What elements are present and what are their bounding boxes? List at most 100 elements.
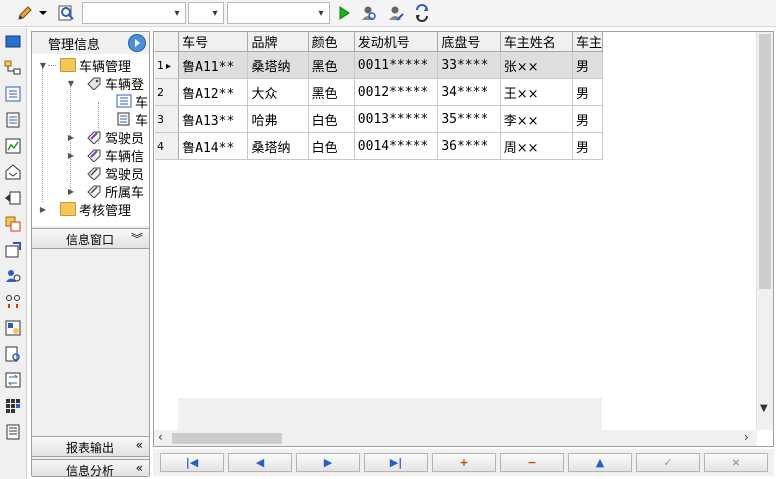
document-search-icon[interactable] xyxy=(3,344,23,364)
post-record-button[interactable]: ✓ xyxy=(636,453,700,472)
cell[interactable]: 白色 xyxy=(308,105,355,133)
cell[interactable]: 男 xyxy=(572,132,604,160)
cell[interactable]: 35**** xyxy=(437,105,501,133)
vertical-scrollbar[interactable]: ▼ xyxy=(756,32,773,430)
cell[interactable]: 36**** xyxy=(437,132,501,160)
cell[interactable]: 白色 xyxy=(308,132,355,160)
cell[interactable]: 鲁A13** xyxy=(178,105,249,133)
cell[interactable]: 大众 xyxy=(247,78,309,106)
table-row[interactable]: 4 鲁A14** 桑塔纳 白色 0014***** 36**** 周×× 男 xyxy=(155,132,604,160)
tree-item-vehicle-management[interactable]: ▼ 车辆管理 xyxy=(38,56,131,75)
transfer-icon[interactable] xyxy=(3,370,23,390)
row-number[interactable]: 3 xyxy=(155,105,180,133)
link-icon[interactable] xyxy=(3,292,23,312)
cell[interactable]: 34**** xyxy=(437,78,501,106)
list-icon[interactable] xyxy=(3,84,23,104)
insert-record-button[interactable]: + xyxy=(432,453,496,472)
column-header[interactable]: 颜色 xyxy=(308,32,355,52)
tree-item-vehicle-form[interactable]: 车 xyxy=(116,92,148,111)
expanded-arrow-icon[interactable]: ▼ xyxy=(38,60,48,70)
tree-item-vehicle-register[interactable]: ▼ 车辆登 xyxy=(66,74,144,93)
user-edit-icon[interactable] xyxy=(385,3,407,23)
tree-item-owner-vehicle[interactable]: ▶ 所属车 xyxy=(66,182,144,201)
export-icon[interactable] xyxy=(3,188,23,208)
tree-item-vehicle-info[interactable]: ▶ 车辆信 xyxy=(66,146,144,165)
expanded-arrow-icon[interactable]: ▼ xyxy=(66,78,76,88)
cell[interactable]: 0012***** xyxy=(354,78,439,106)
tree-item-assessment-management[interactable]: ▶ 考核管理 xyxy=(38,200,131,219)
cell[interactable]: 黑色 xyxy=(308,78,355,106)
cell[interactable]: 男 xyxy=(572,105,604,133)
info-analysis-bar[interactable]: 信息分析 « xyxy=(32,459,149,478)
cell[interactable]: 0011***** xyxy=(354,51,439,79)
cell[interactable]: 男 xyxy=(572,51,604,79)
edit-record-button[interactable]: ▲ xyxy=(568,453,632,472)
dropdown-arrow-icon[interactable] xyxy=(37,3,49,23)
tree-item-driver-1[interactable]: ▶ 驾驶员 xyxy=(66,128,144,147)
horizontal-scrollbar[interactable]: ‹ › xyxy=(154,430,757,446)
row-number[interactable]: 2 xyxy=(155,78,180,106)
report-output-bar[interactable]: 报表输出 « xyxy=(32,436,149,457)
tree-item-driver-2[interactable]: 驾驶员 xyxy=(80,164,144,183)
info-window-bar[interactable]: 信息窗口 ︾ xyxy=(32,228,149,249)
chart-icon[interactable] xyxy=(3,136,23,156)
cell[interactable]: 哈弗 xyxy=(247,105,309,133)
document-icon[interactable] xyxy=(3,110,23,130)
chevron-down-icon[interactable]: ▾ xyxy=(169,3,185,23)
chevron-left-icon[interactable]: « xyxy=(136,461,143,475)
next-record-button[interactable]: ▶ xyxy=(296,453,360,472)
grid-icon[interactable] xyxy=(3,396,23,416)
prior-record-button[interactable]: ◀ xyxy=(228,453,292,472)
forms-icon[interactable] xyxy=(3,214,23,234)
cell[interactable]: 鲁A14** xyxy=(178,132,249,160)
vertical-scroll-thumb[interactable] xyxy=(759,34,771,289)
column-header[interactable]: 发动机号 xyxy=(354,32,439,52)
last-record-button[interactable]: ▶| xyxy=(364,453,428,472)
collapse-panel-icon[interactable] xyxy=(128,34,146,52)
book-icon[interactable] xyxy=(3,422,23,442)
cell[interactable]: 桑塔纳 xyxy=(247,132,309,160)
run-icon[interactable] xyxy=(333,3,355,23)
search-people-icon[interactable] xyxy=(3,266,23,286)
row-number[interactable]: 1 ▸ xyxy=(155,51,180,79)
tree-item-vehicle-report[interactable]: 车 xyxy=(116,110,148,129)
collapsed-arrow-icon[interactable]: ▶ xyxy=(66,132,76,142)
scroll-right-icon[interactable]: › xyxy=(744,430,749,444)
horizontal-scroll-thumb[interactable] xyxy=(172,433,282,444)
cell[interactable]: 周×× xyxy=(500,132,573,160)
column-header[interactable]: 车主姓名 xyxy=(500,32,573,52)
cell[interactable]: 0014***** xyxy=(354,132,439,160)
column-header[interactable]: 车主 xyxy=(572,32,604,52)
toolbar-combo-3[interactable]: ▾ xyxy=(227,2,330,24)
column-header[interactable]: 品牌 xyxy=(247,32,309,52)
collapsed-arrow-icon[interactable]: ▶ xyxy=(38,204,48,214)
chevron-left-icon[interactable]: « xyxy=(136,438,143,452)
cell[interactable]: 0013***** xyxy=(354,105,439,133)
network-icon[interactable] xyxy=(3,58,23,78)
table-row[interactable]: 2 鲁A12** 大众 黑色 0012***** 34**** 王×× 男 xyxy=(155,78,604,106)
screen-icon[interactable] xyxy=(3,32,23,52)
pencil-icon[interactable] xyxy=(14,3,36,23)
table-row[interactable]: 3 鲁A13** 哈弗 白色 0013***** 35**** 李×× 男 xyxy=(155,105,604,133)
row-number[interactable]: 4 xyxy=(155,132,180,160)
inbox-icon[interactable] xyxy=(3,162,23,182)
column-header[interactable]: 车号 xyxy=(178,32,249,52)
toolbar-combo-2[interactable]: ▾ xyxy=(188,2,224,24)
user-search-icon[interactable] xyxy=(358,3,380,23)
settings-icon[interactable] xyxy=(3,240,23,260)
record-icon[interactable] xyxy=(3,318,23,338)
scroll-left-icon[interactable]: ‹ xyxy=(158,430,163,444)
cell[interactable]: 男 xyxy=(572,78,604,106)
chevron-down-icon[interactable]: ▾ xyxy=(207,3,223,23)
refresh-icon[interactable] xyxy=(411,3,433,23)
cancel-record-button[interactable]: × xyxy=(704,453,768,472)
column-header[interactable]: 底盘号 xyxy=(437,32,501,52)
cell[interactable]: 黑色 xyxy=(308,51,355,79)
cell[interactable]: 鲁A12** xyxy=(178,78,249,106)
chevron-down-icon[interactable]: ︾ xyxy=(131,230,143,247)
cell[interactable]: 李×× xyxy=(500,105,573,133)
cell[interactable]: 桑塔纳 xyxy=(247,51,309,79)
cell[interactable]: 张×× xyxy=(500,51,573,79)
cell[interactable]: 鲁A11** xyxy=(178,51,249,79)
first-record-button[interactable]: |◀ xyxy=(160,453,224,472)
